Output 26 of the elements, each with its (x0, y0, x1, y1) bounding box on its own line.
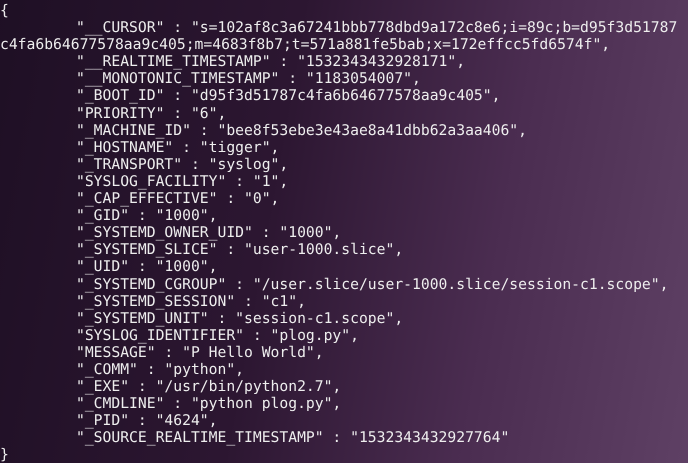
field-line: "_SOURCE_REALTIME_TIMESTAMP" : "1532343432927764" (75, 429, 510, 446)
field-line: "_SYSTEMD_SESSION" : "c1", (75, 292, 307, 310)
field-line: "_UID" : "1000", (75, 258, 218, 276)
field-line: "_TRANSPORT" : "syslog", (75, 156, 290, 173)
field-line: "_HOSTNAME" : "tigger", (75, 138, 280, 156)
field-line: "_MACHINE_ID" : "bee8f53ebe3e43ae8a41dbb62a3aa406", (75, 122, 528, 139)
field-line: "_SYSTEMD_CGROUP" : "/user.slice/user-1000.slice/session-c1.scope", (75, 276, 670, 293)
field-line: "_SYSTEMD_SLICE" : "user-1000.slice", (75, 241, 404, 258)
field-line: "__REALTIME_TIMESTAMP" : "1532343432928171", (75, 53, 466, 70)
field-line: "_CMDLINE" : "python plog.py", (75, 395, 342, 412)
field-line: "_GID" : "1000", (75, 207, 218, 224)
field-line: "_SYSTEMD_UNIT" : "session-c1.scope", (75, 310, 404, 327)
field-line: "_COMM" : "python", (75, 360, 246, 378)
field-line: "PRIORITY" : "6", (75, 104, 228, 122)
field-line: "SYSLOG_FACILITY" : "1", (75, 172, 290, 190)
field-line: "_SYSTEMD_OWNER_UID" : "1000", (75, 224, 342, 242)
field-line: "SYSLOG_IDENTIFIER" : "plog.py", (75, 326, 360, 344)
field-line: "__CURSOR" : "s=102af8c3a67241bbb778dbd9a172c8e6;i=89c;b=d95f3d51787c4fa6b64677578aa9c405;m=4683f8b7;t=571a881fe5bab;x=172effcc5fd6574f", (0, 19, 678, 54)
brace-text: } (0, 446, 10, 463)
field-line: "_PID" : "4624", (75, 412, 218, 430)
field-line: "MESSAGE" : "P Hello World", (75, 344, 325, 361)
field-line: "__MONOTONIC_TIMESTAMP" : "1183054007", (75, 70, 422, 88)
field-line: "_BOOT_ID" : "d95f3d51787c4fa6b64677578aa9c405", (75, 87, 502, 105)
field-line: "_EXE" : "/usr/bin/python2.7", (75, 378, 342, 396)
brace-text: { (0, 2, 10, 20)
field-line: "_CAP_EFFECTIVE" : "0", (75, 190, 280, 208)
